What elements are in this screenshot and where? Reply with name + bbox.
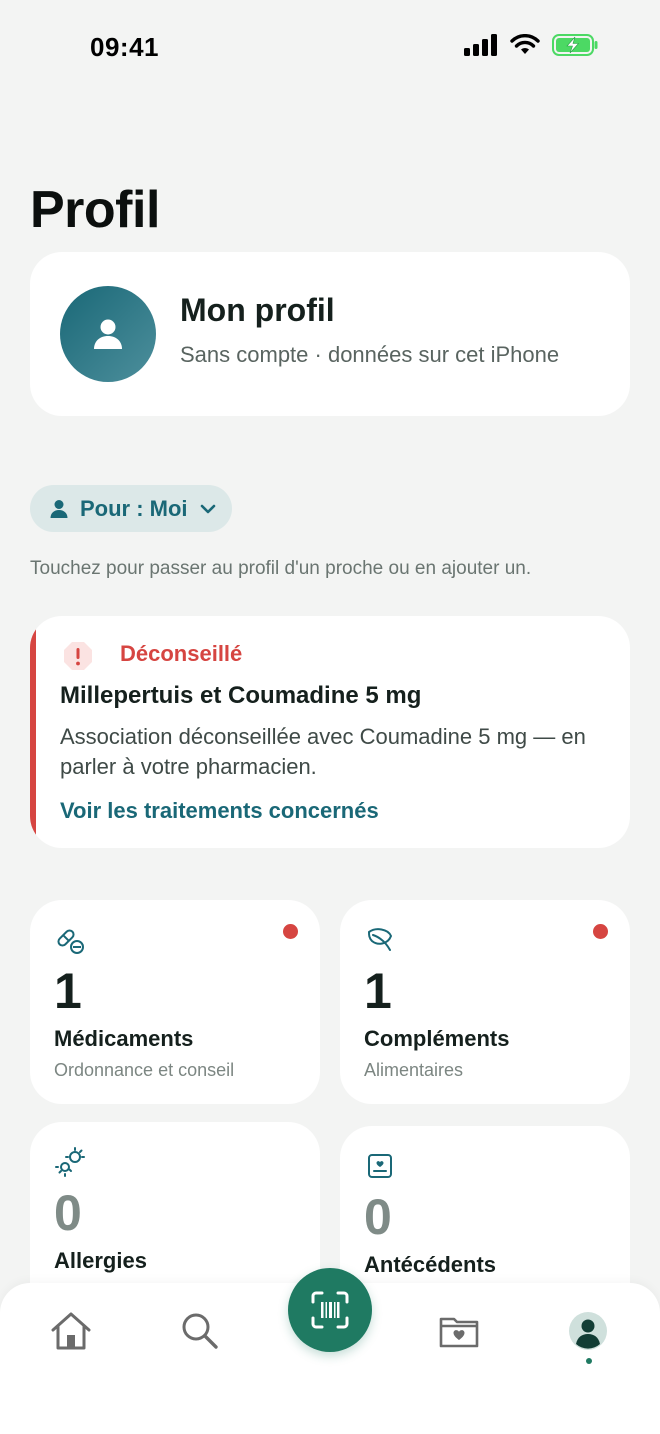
stat-count: 1 bbox=[364, 963, 392, 1019]
battery-charging-icon bbox=[552, 34, 598, 56]
alert-body: Association déconseillée avec Coumadine … bbox=[60, 724, 586, 779]
avatar bbox=[60, 286, 156, 382]
stat-card-medicaments[interactable]: 1 Médicaments Ordonnance et conseil bbox=[30, 900, 320, 1104]
profile-card[interactable]: Mon profil Sans compte · données sur cet… bbox=[30, 252, 630, 416]
stat-label: Allergies bbox=[54, 1248, 147, 1273]
status-time: 09:41 bbox=[90, 32, 159, 62]
alert-dot bbox=[593, 924, 608, 939]
interaction-alert-card[interactable]: Déconseillé Millepertuis et Coumadine 5 … bbox=[30, 616, 630, 848]
leaf-icon bbox=[368, 928, 392, 951]
stat-count: 1 bbox=[54, 963, 82, 1019]
alert-title: Millepertuis et Coumadine 5 mg bbox=[60, 682, 422, 709]
profile-selector-hint: Touchez pour passer au profil d'un proch… bbox=[30, 558, 532, 579]
pill-icon bbox=[57, 929, 84, 954]
alert-stripe bbox=[30, 616, 36, 848]
page-title: Profil bbox=[30, 181, 160, 239]
status-icons bbox=[464, 34, 598, 56]
chevron-down-icon bbox=[200, 504, 215, 513]
alert-dot bbox=[283, 924, 298, 939]
person-icon bbox=[94, 319, 122, 349]
status-bar: 09:41 bbox=[0, 0, 660, 96]
tab-home[interactable] bbox=[41, 1301, 101, 1361]
profile-selector-button[interactable]: Pour : Moi bbox=[30, 485, 232, 532]
active-tab-indicator bbox=[586, 1358, 592, 1364]
profile-subtitle: Sans compte · données sur cet iPhone bbox=[180, 342, 560, 367]
scan-barcode-icon bbox=[311, 1291, 349, 1329]
health-folder-icon bbox=[439, 1317, 479, 1348]
tab-health-folder[interactable] bbox=[429, 1301, 489, 1361]
stat-count: 0 bbox=[54, 1185, 82, 1241]
search-icon bbox=[182, 1313, 218, 1349]
stat-card-complements[interactable]: 1 Compléments Alimentaires bbox=[340, 900, 630, 1104]
warning-octagon-icon bbox=[64, 642, 92, 670]
person-small-icon bbox=[50, 499, 68, 518]
stat-subtitle: Alimentaires bbox=[364, 1060, 464, 1080]
alert-view-treatments-link[interactable]: Voir les traitements concernés bbox=[60, 798, 379, 824]
alert-severity-tag: Déconseillé bbox=[120, 641, 243, 666]
cellular-signal-icon bbox=[464, 34, 497, 56]
stat-label: Compléments bbox=[364, 1026, 510, 1051]
tab-profile[interactable] bbox=[558, 1301, 618, 1361]
stat-label: Médicaments bbox=[54, 1026, 194, 1051]
profile-icon bbox=[569, 1312, 607, 1350]
scan-button[interactable] bbox=[288, 1268, 372, 1352]
wifi-icon bbox=[510, 34, 540, 54]
home-icon bbox=[51, 1312, 91, 1350]
stat-count: 0 bbox=[364, 1189, 392, 1245]
stat-subtitle: Ordonnance et conseil bbox=[54, 1060, 235, 1080]
tab-search[interactable] bbox=[170, 1301, 230, 1361]
medical-record-icon bbox=[368, 1154, 392, 1178]
profile-name: Mon profil bbox=[180, 292, 335, 328]
allergen-icon bbox=[55, 1147, 85, 1177]
profile-selector-label: Pour : Moi bbox=[80, 495, 188, 521]
stat-label: Antécédents bbox=[364, 1252, 497, 1277]
